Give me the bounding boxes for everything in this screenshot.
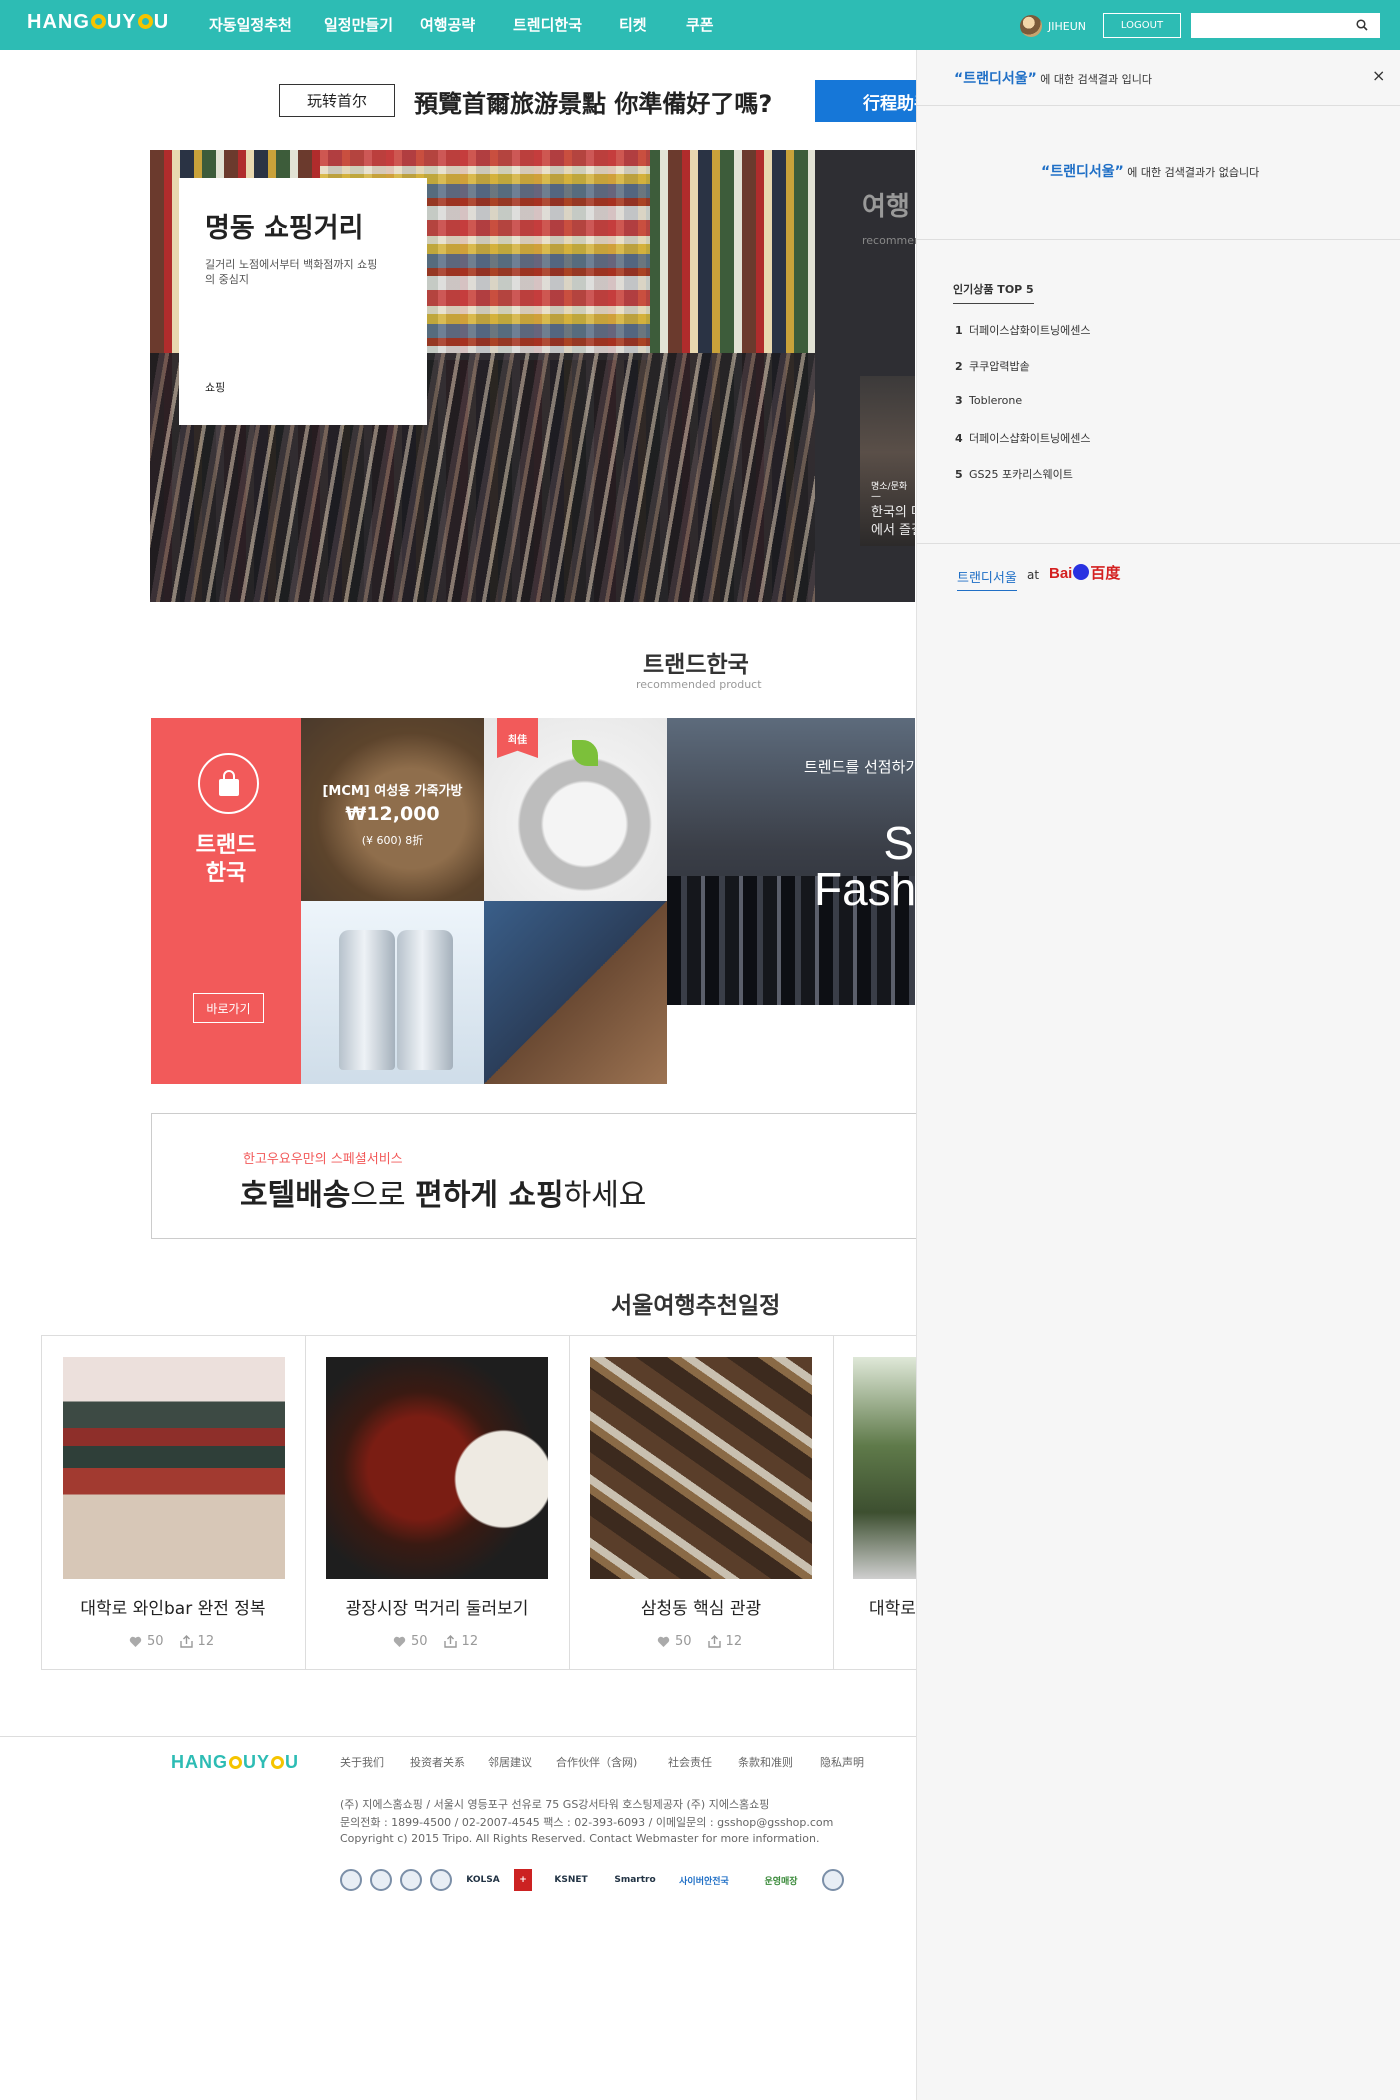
footer-logo[interactable]: HANG UY U bbox=[171, 1752, 299, 1773]
footer-link-investor[interactable]: 投资者关系 bbox=[410, 1754, 465, 1770]
popular-item[interactable]: 5 GS25 포카리스웨이트 bbox=[955, 466, 1073, 482]
itinerary-card-meta: 50 12 bbox=[393, 1634, 478, 1649]
trend-panel-title: 트랜드 한국 bbox=[195, 833, 257, 886]
nav-auto-recommend[interactable]: 자동일정추천 bbox=[209, 14, 292, 35]
flag-badge-icon: + bbox=[514, 1869, 532, 1891]
trend-section-title: 트랜드한국 bbox=[643, 652, 749, 678]
search-input[interactable] bbox=[1191, 13, 1380, 38]
ccm-badge-icon bbox=[340, 1869, 362, 1891]
fashion-tagline: 트렌드를 선점하기 bbox=[804, 758, 920, 776]
footer-link-csr[interactable]: 社会责任 bbox=[668, 1754, 712, 1770]
footer-link-partners[interactable]: 合作伙伴（含网) bbox=[556, 1754, 637, 1770]
popular-item[interactable]: 2 쿠쿠압력밥솥 bbox=[955, 358, 1030, 374]
kolsa-badge: KOLSA bbox=[466, 1875, 500, 1885]
site-logo[interactable]: HANG UY U bbox=[27, 11, 169, 34]
no-result-message: “트랜디서울” 에 대한 검색결과가 없습니다 bbox=[1041, 164, 1260, 180]
product-tile-clutch[interactable] bbox=[484, 901, 667, 1084]
popular-item[interactable]: 4 더페이스샵화이트닝에센스 bbox=[955, 430, 1090, 446]
panel-divider bbox=[916, 105, 1400, 106]
itinerary-card-meta: 50 12 bbox=[657, 1634, 742, 1649]
product-tile-iope-essence[interactable] bbox=[301, 901, 484, 1084]
baidu-paw-icon bbox=[1073, 564, 1090, 580]
nav-trendy-korea[interactable]: 트렌디한국 bbox=[513, 14, 582, 35]
trend-section-subtitle: recommended product bbox=[636, 678, 762, 691]
heart-icon[interactable] bbox=[393, 1636, 406, 1648]
search-icon[interactable] bbox=[1356, 19, 1368, 31]
cert-badge-icon bbox=[822, 1869, 844, 1891]
cert-badge-icon bbox=[430, 1869, 452, 1891]
hotel-banner-headline: 호텔배송으로 편하게 쇼핑하세요 bbox=[240, 1178, 647, 1213]
share-icon[interactable] bbox=[707, 1635, 721, 1648]
fashion-headline: S Fashi bbox=[814, 817, 927, 915]
itinerary-section-title: 서울여행추천일정 bbox=[611, 1293, 781, 1319]
footer-link-privacy[interactable]: 隐私声明 bbox=[820, 1754, 864, 1770]
popular-item[interactable]: 1 더페이스샵화이트닝에센스 bbox=[955, 322, 1090, 338]
baidu-search-keyword[interactable]: 트랜디서울 bbox=[957, 567, 1017, 591]
popular-top5-title: 인기상품 TOP 5 bbox=[953, 281, 1034, 304]
username: JIHEUN bbox=[1048, 19, 1086, 33]
user-profile[interactable]: JIHEUN bbox=[1020, 15, 1086, 37]
go-to-button[interactable]: 바로가기 bbox=[193, 993, 264, 1023]
footer-link-about[interactable]: 关于我们 bbox=[340, 1754, 384, 1770]
at-label: at bbox=[1027, 568, 1040, 582]
search-query-caption: “트랜디서울” 에 대한 검색결과 입니다 bbox=[954, 71, 1152, 87]
itinerary-card-image[interactable] bbox=[326, 1357, 548, 1579]
footer-address: (주) 지에스홈쇼핑 / 서울시 영등포구 선유로 75 GS강서타워 호스팅제… bbox=[340, 1798, 770, 1811]
hero-description: 길거리 노점에서부터 백화점까지 쇼핑의 중심지 bbox=[205, 258, 378, 286]
shopping-bag-icon bbox=[198, 753, 259, 814]
popular-item[interactable]: 3 Toblerone bbox=[955, 394, 1022, 407]
footer-copyright: Copyright c) 2015 Tripo. All Rights Rese… bbox=[340, 1832, 820, 1845]
hero-side-title: 여행 bbox=[862, 192, 910, 222]
hero-category: 쇼핑 bbox=[205, 381, 226, 394]
nav-make-schedule[interactable]: 일정만들기 bbox=[324, 14, 393, 35]
itinerary-card-image[interactable] bbox=[590, 1357, 812, 1579]
baidu-logo[interactable]: Bai 百度 bbox=[1049, 562, 1120, 583]
itinerary-card-title: 삼청동 핵심 관광 bbox=[640, 1599, 762, 1619]
avatar bbox=[1020, 15, 1042, 37]
product-name: [MCM] 여성용 가죽가방 bbox=[322, 784, 463, 799]
cert-badge-icon bbox=[370, 1869, 392, 1891]
share-icon[interactable] bbox=[443, 1635, 457, 1648]
itinerary-card-meta: 50 12 bbox=[129, 1634, 214, 1649]
cyber-safety-badge: 사이버안전국 bbox=[679, 1876, 729, 1887]
promo-tag: 玩转首尔 bbox=[279, 84, 395, 117]
hero-side-dash: — bbox=[871, 491, 881, 502]
logout-button[interactable]: LOGOUT bbox=[1103, 13, 1181, 38]
cert-badge-icon bbox=[400, 1869, 422, 1891]
itinerary-card-image[interactable] bbox=[63, 1357, 285, 1579]
nav-coupon[interactable]: 쿠폰 bbox=[686, 14, 714, 35]
footer-link-terms[interactable]: 条款和准则 bbox=[738, 1754, 793, 1770]
hotel-banner-subtitle: 한고우요우만의 스페셜서비스 bbox=[243, 1152, 403, 1167]
panel-divider bbox=[916, 239, 1400, 240]
heart-icon[interactable] bbox=[129, 1636, 142, 1648]
certification-badges: KOLSA + KSNET Smartro 사이버안전국 운영매장 bbox=[340, 1869, 844, 1891]
footer-contact: 문의전화 : 1899-4500 / 02-2007-4545 팩스 : 02-… bbox=[340, 1816, 834, 1829]
store-badge: 운영매장 bbox=[764, 1876, 798, 1887]
ksnet-badge: KSNET bbox=[554, 1875, 588, 1885]
footer-link-suggestion[interactable]: 邻居建议 bbox=[488, 1754, 532, 1770]
itinerary-card-image[interactable] bbox=[853, 1357, 916, 1579]
promo-headline: 預覽首爾旅游景點 你準備好了嗎? bbox=[414, 90, 773, 118]
heart-icon[interactable] bbox=[657, 1636, 670, 1648]
nav-travel-guide[interactable]: 여행공략 bbox=[420, 14, 475, 35]
itinerary-card-title: 광장시장 먹거리 둘러보기 bbox=[345, 1599, 529, 1619]
close-icon[interactable]: × bbox=[1372, 66, 1385, 85]
nav-ticket[interactable]: 티켓 bbox=[619, 14, 647, 35]
panel-divider bbox=[916, 543, 1400, 544]
hero-side-subtitle: recommen bbox=[862, 234, 921, 247]
share-icon[interactable] bbox=[179, 1635, 193, 1648]
itinerary-card-title: 대학로 와인bar 완전 정복 bbox=[80, 1599, 266, 1619]
product-price: ₩12,000 bbox=[345, 803, 440, 825]
hero-title: 명동 쇼핑거리 bbox=[205, 213, 364, 244]
product-price-cny: (¥ 600) 8折 bbox=[361, 834, 424, 847]
hero-card[interactable]: 명동 쇼핑거리 길거리 노점에서부터 백화점까지 쇼핑의 중심지 쇼핑 bbox=[179, 178, 427, 425]
smartro-badge: Smartro bbox=[614, 1875, 656, 1885]
